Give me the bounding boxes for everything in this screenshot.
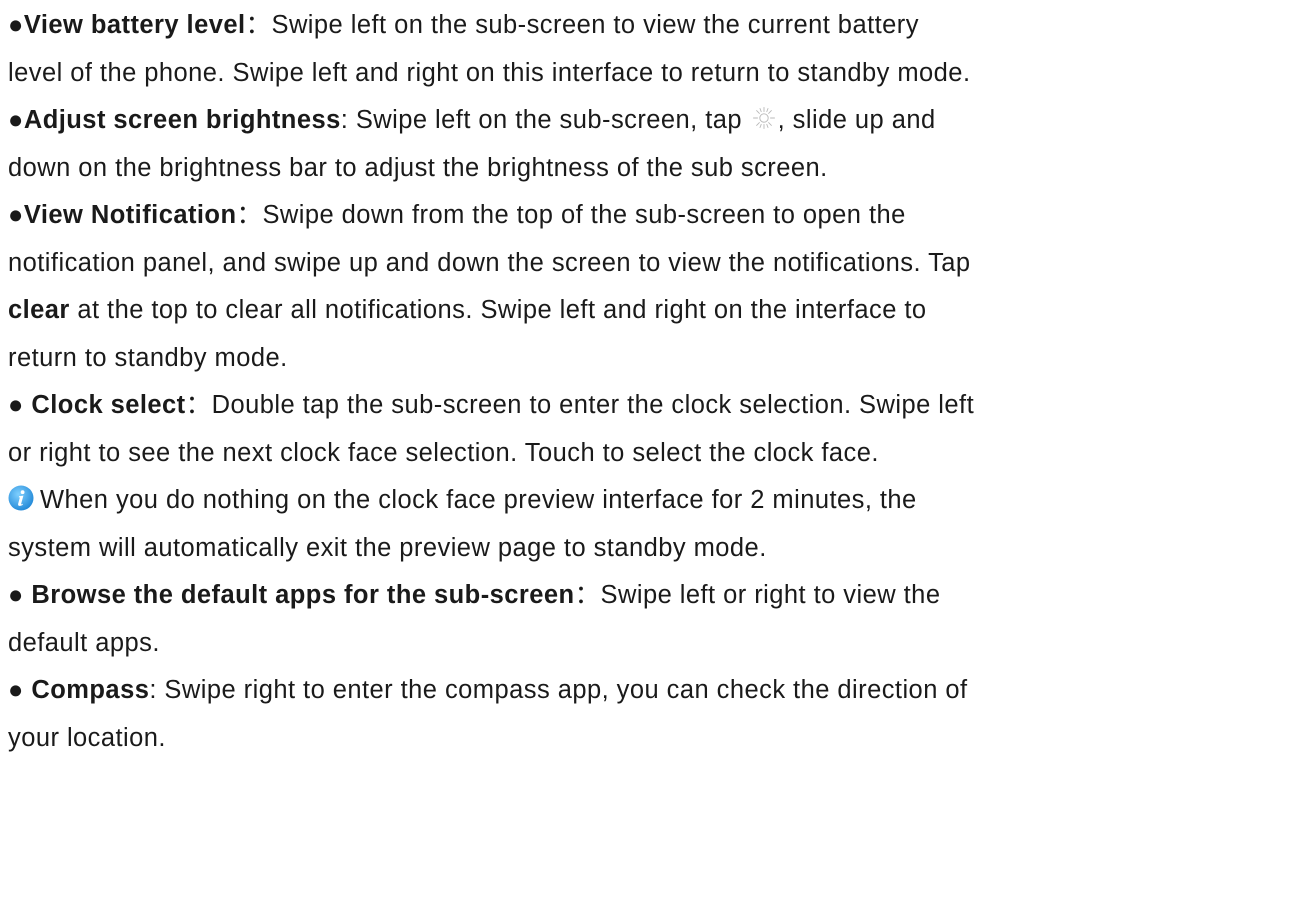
apps-separator: ： <box>574 581 601 609</box>
apps-line-2: default apps. <box>8 620 1304 668</box>
bullet: ● <box>8 11 24 39</box>
compass-line-1: ● Compass: Swipe right to enter the comp… <box>8 667 1304 715</box>
battery-text-2: level of the phone. Swipe left and right… <box>8 58 971 87</box>
bullet: ● <box>8 106 24 134</box>
clock-text-2: or right to see the next clock face sele… <box>8 438 879 467</box>
brightness-text-2: down on the brightness bar to adjust the… <box>8 153 828 182</box>
notification-text-2: notification panel, and swipe up and dow… <box>8 248 971 277</box>
battery-title: View battery level <box>23 11 246 39</box>
bullet: ● <box>8 391 32 419</box>
clock-title: Clock select <box>31 391 186 419</box>
note-line-1: When you do nothing on the clock face pr… <box>8 477 1304 525</box>
apps-line-1: ● Browse the default apps for the sub-sc… <box>8 572 1304 620</box>
notification-line-2: notification panel, and swipe up and dow… <box>8 240 1304 288</box>
battery-separator: ： <box>245 11 272 39</box>
bullet: ● <box>8 581 32 609</box>
battery-text-1: Swipe left on the sub-screen to view the… <box>271 11 919 39</box>
clock-separator: ： <box>185 391 212 419</box>
compass-text-2: your location. <box>8 723 166 752</box>
notification-line-1: ●View Notification：Swipe down from the t… <box>8 192 1304 240</box>
document-body: ●View battery level：Swipe left on the su… <box>8 0 1304 762</box>
apps-text-2: default apps. <box>8 628 160 657</box>
note-line-2: system will automatically exit the previ… <box>8 525 1304 573</box>
brightness-title: Adjust screen brightness <box>23 106 341 134</box>
compass-separator: : <box>149 676 165 704</box>
brightness-separator: : <box>340 106 356 134</box>
info-icon <box>8 480 34 511</box>
clock-line-2: or right to see the next clock face sele… <box>8 430 1304 478</box>
sun-brightness-icon <box>752 99 776 129</box>
apps-title: Browse the default apps for the sub-scre… <box>31 581 575 609</box>
notification-line-3: clear at the top to clear all notificati… <box>8 287 1304 335</box>
compass-title: Compass <box>31 676 150 704</box>
brightness-text-1a: Swipe left on the sub-screen, tap <box>355 106 750 134</box>
battery-line-1: ●View battery level：Swipe left on the su… <box>8 2 1304 50</box>
notification-separator: ： <box>236 201 263 229</box>
clear-keyword: clear <box>8 296 70 324</box>
note-text-2: system will automatically exit the previ… <box>8 533 767 562</box>
clock-line-1: ● Clock select：Double tap the sub-screen… <box>8 382 1304 430</box>
brightness-line-2: down on the brightness bar to adjust the… <box>8 145 1304 193</box>
notification-line-4: return to standby mode. <box>8 335 1304 383</box>
notification-text-4: return to standby mode. <box>8 343 288 372</box>
brightness-line-1: ●Adjust screen brightness: Swipe left on… <box>8 97 1304 145</box>
notification-text-1: Swipe down from the top of the sub-scree… <box>262 201 906 229</box>
bullet: ● <box>8 201 24 229</box>
bullet: ● <box>8 676 32 704</box>
note-text-1: When you do nothing on the clock face pr… <box>40 486 917 514</box>
brightness-text-1b: , slide up and <box>777 106 936 134</box>
apps-text-1: Swipe left or right to view the <box>600 581 941 609</box>
clock-text-1: Double tap the sub-screen to enter the c… <box>211 391 975 419</box>
compass-line-2: your location. <box>8 715 1304 763</box>
battery-line-2: level of the phone. Swipe left and right… <box>8 50 1304 98</box>
compass-text-1: Swipe right to enter the compass app, yo… <box>164 676 968 704</box>
notification-text-3: at the top to clear all notifications. S… <box>69 296 927 324</box>
notification-title: View Notification <box>23 201 237 229</box>
